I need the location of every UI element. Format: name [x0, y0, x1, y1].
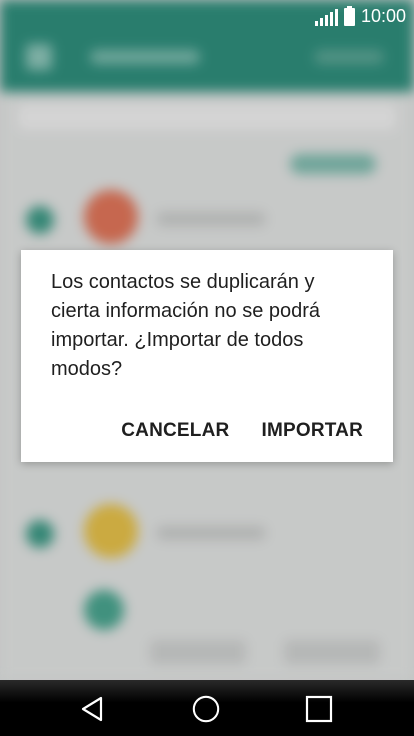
- back-triangle-icon[interactable]: [78, 694, 108, 724]
- screen: 10:00 Los contactos se duplicarán y cier…: [0, 0, 414, 736]
- cancel-button[interactable]: CANCELAR: [121, 420, 229, 442]
- home-circle-icon[interactable]: [191, 694, 221, 724]
- status-time: 10:00: [360, 6, 406, 26]
- recents-square-icon[interactable]: [304, 694, 334, 724]
- signal-bars-icon: [314, 8, 338, 26]
- dialog-message: Los contactos se duplicarán y cierta inf…: [51, 271, 321, 380]
- status-bar: 10:00: [0, 0, 414, 34]
- import-confirmation-dialog: Los contactos se duplicarán y cierta inf…: [21, 250, 393, 462]
- dialog-actions: CANCELAR IMPORTAR: [121, 420, 363, 442]
- import-button[interactable]: IMPORTAR: [261, 420, 363, 442]
- battery-icon: [343, 5, 355, 26]
- navigation-bar: [0, 680, 414, 736]
- status-bar-right: 10:00: [314, 5, 406, 27]
